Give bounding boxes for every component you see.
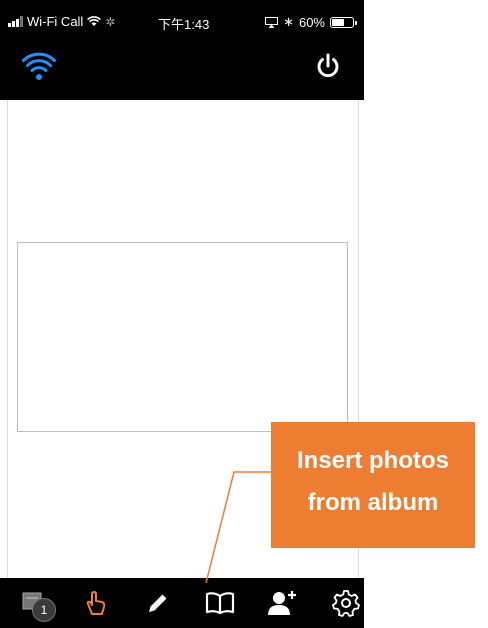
top-bar — [0, 44, 364, 100]
battery-level — [332, 18, 344, 26]
callout-line-1: Insert photos — [296, 447, 449, 474]
album-button[interactable] — [198, 578, 242, 628]
hand-pointer-icon — [86, 591, 106, 615]
status-time: 下午1:43 — [158, 17, 210, 32]
battery-icon — [330, 16, 357, 28]
hand-tool-button[interactable] — [76, 578, 116, 628]
add-user-button[interactable] — [262, 578, 302, 628]
status-left: Wi-Fi Call ✲ — [8, 14, 115, 29]
power-icon[interactable] — [314, 52, 342, 80]
loading-spinner-icon: ✲ — [105, 14, 116, 29]
pen-tool-button[interactable] — [138, 578, 178, 628]
carrier-label: Wi-Fi Call — [27, 14, 84, 29]
add-user-icon — [268, 591, 296, 615]
wifi-icon[interactable] — [22, 52, 56, 82]
settings-button[interactable] — [326, 578, 364, 628]
battery-percent: 60% — [298, 14, 325, 30]
signal-icon — [8, 16, 23, 27]
pages-button[interactable]: 1 — [22, 592, 56, 622]
pencil-icon — [149, 594, 167, 612]
wifi-status-icon — [87, 16, 102, 26]
status-right: ∗ 60% — [265, 14, 357, 30]
callout-line-2: from album — [307, 489, 439, 516]
gear-icon — [332, 590, 360, 617]
image-placeholder-frame[interactable] — [17, 242, 348, 432]
book-icon — [205, 592, 235, 615]
airplay-icon — [265, 16, 279, 28]
callout-box: Insert photos from album — [271, 422, 475, 548]
status-bar: Wi-Fi Call ✲ 下午1:43 ∗ 60% — [0, 0, 364, 44]
bluetooth-icon: ∗ — [283, 14, 294, 29]
bottom-toolbar: 1 — [0, 578, 364, 628]
page-count-badge: 1 — [32, 598, 56, 622]
